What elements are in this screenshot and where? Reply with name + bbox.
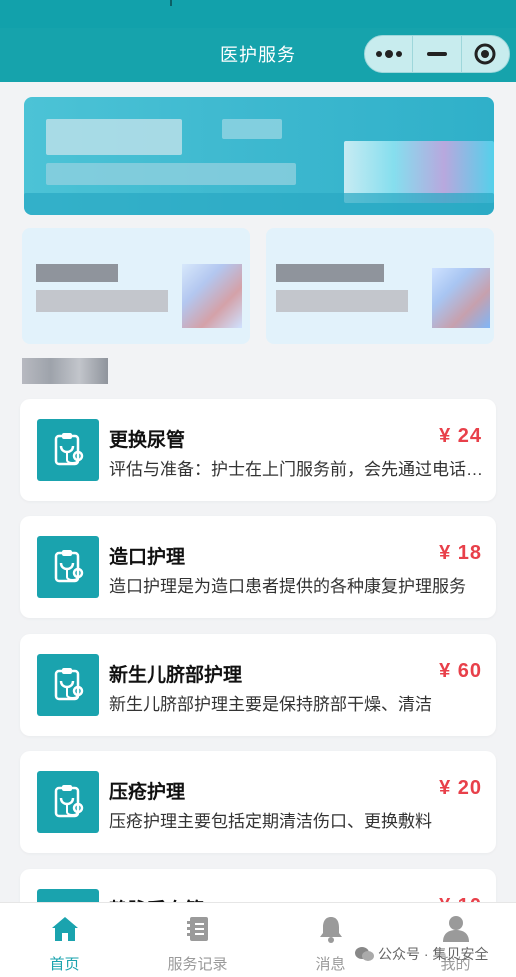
service-name: 新生儿脐部护理 (109, 665, 243, 686)
service-description: 造口护理是为造口患者提供的各种康复护理服务 (109, 577, 466, 596)
mini-program-capsule (364, 35, 510, 73)
service-card[interactable]: 压疮护理 ¥ 20 压疮护理主要包括定期清洁伤口、更换敷料 (20, 751, 496, 853)
feature-illustration (182, 264, 242, 328)
user-icon (442, 916, 469, 942)
more-button[interactable] (365, 36, 412, 72)
more-dots-icon (375, 50, 402, 58)
nav-bar: 医护服务 (0, 28, 516, 82)
target-close-icon (474, 43, 496, 65)
tab-label: 服务记录 (167, 956, 228, 973)
service-name: 压疮护理 (109, 782, 186, 803)
tab-mine[interactable]: 我的 (391, 903, 516, 977)
feature-title-blur (276, 264, 384, 282)
service-description: 压疮护理主要包括定期清洁伤口、更换敷料 (109, 812, 432, 831)
tab-home[interactable]: 首页 (0, 903, 129, 977)
service-thumbnail (37, 654, 99, 716)
service-description: 评估与准备：护士在上门服务前，会先通过电话了解患者情况 (109, 460, 484, 479)
banner-blur-block (46, 119, 182, 155)
service-thumbnail (37, 419, 99, 481)
service-name: 更换尿管 (109, 430, 186, 451)
medical-stethoscope-icon (54, 668, 84, 701)
section-title-blurred (22, 358, 108, 384)
tab-label: 首页 (49, 956, 80, 973)
status-bar-mark (170, 0, 172, 6)
tab-bar: 首页 服务记录 消息 我的 (0, 902, 516, 977)
service-name: 造口护理 (109, 547, 186, 568)
minimize-button[interactable] (413, 36, 460, 72)
service-card[interactable]: 造口护理 ¥ 18 造口护理是为造口患者提供的各种康复护理服务 (20, 516, 496, 618)
close-button[interactable] (462, 36, 509, 72)
medical-stethoscope-icon (54, 433, 84, 466)
service-price: ¥ 60 (439, 660, 482, 682)
record-icon (186, 917, 208, 941)
medical-stethoscope-icon (54, 550, 84, 583)
service-thumbnail (37, 536, 99, 598)
status-bar (0, 0, 516, 28)
tab-messages[interactable]: 消息 (266, 903, 395, 977)
banner-blur-block (46, 163, 296, 185)
minus-icon (426, 52, 447, 56)
service-price: ¥ 24 (439, 425, 482, 447)
bell-icon (319, 917, 342, 943)
feature-card-left[interactable] (22, 228, 250, 344)
promo-banner[interactable] (24, 97, 494, 215)
watermark-text: 公众号 · 集贝安全 (378, 946, 489, 962)
feature-subtitle-blur (36, 290, 168, 312)
service-price: ¥ 20 (439, 777, 482, 799)
feature-card-right[interactable] (266, 228, 494, 344)
service-description: 新生儿脐部护理主要是保持脐部干燥、清洁 (109, 695, 432, 714)
feature-title-blur (36, 264, 118, 282)
banner-blur-block (222, 119, 282, 139)
service-card[interactable]: 更换尿管 ¥ 24 评估与准备：护士在上门服务前，会先通过电话了解患者情况 (20, 399, 496, 501)
medical-stethoscope-icon (54, 785, 84, 818)
service-thumbnail (37, 771, 99, 833)
banner-blur-block (24, 193, 494, 215)
tab-service-records[interactable]: 服务记录 (133, 903, 262, 977)
wechat-icon (355, 947, 374, 961)
service-price: ¥ 18 (439, 542, 482, 564)
watermark: 公众号 · 集贝安全 (354, 944, 488, 964)
feature-illustration (432, 268, 490, 328)
home-icon (51, 917, 78, 941)
service-card[interactable]: 新生儿脐部护理 ¥ 60 新生儿脐部护理主要是保持脐部干燥、清洁 (20, 634, 496, 736)
feature-subtitle-blur (276, 290, 408, 312)
